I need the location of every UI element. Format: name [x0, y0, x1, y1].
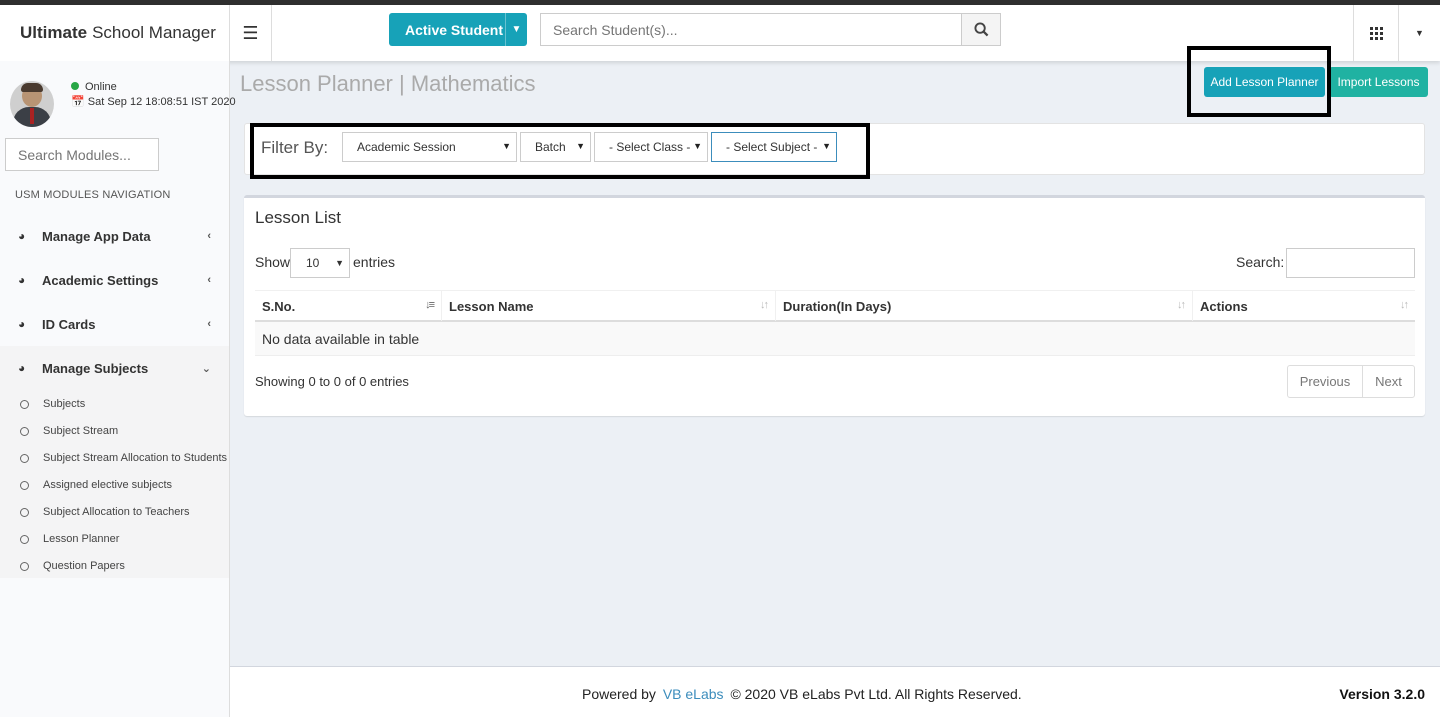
online-status: Online	[71, 81, 117, 93]
sidebar-item-id-cards[interactable]: ◕ ID Cards ‹	[0, 302, 229, 346]
dashboard-icon: ◕	[18, 317, 26, 331]
submenu-label: Assigned elective subjects	[43, 479, 173, 491]
chevron-left-icon: ‹	[207, 274, 211, 286]
column-header-label: Duration(In Days)	[783, 298, 892, 314]
submenu-label: Question Papers	[43, 560, 125, 572]
calendar-icon: 📅	[71, 96, 85, 108]
circle-icon	[20, 480, 29, 490]
table-header: S.No. ↓≡ Lesson Name ↓↑ Duration(In Days) ↓…	[255, 290, 1415, 322]
powered-by-text: Powered by	[582, 686, 656, 702]
column-header-duration[interactable]: Duration(In Days) ↓↑	[776, 291, 1193, 321]
online-dot-icon	[71, 82, 79, 90]
sidebar-item-academic-settings[interactable]: ◕ Academic Settings ‹	[0, 258, 229, 302]
circle-icon	[20, 507, 29, 517]
column-header-lesson-name[interactable]: Lesson Name ↓↑	[442, 291, 776, 321]
copyright-text: © 2020 VB eLabs Pvt Ltd. All Rights Rese…	[730, 686, 1022, 702]
column-header-label: S.No.	[262, 298, 296, 314]
column-header-label: Actions	[1200, 298, 1248, 314]
circle-icon	[20, 453, 29, 463]
column-header-label: Lesson Name	[449, 298, 534, 314]
highlight-box-filter	[250, 123, 870, 179]
sort-icon: ↓↑	[760, 299, 769, 311]
table-info: Showing 0 to 0 of 0 entries	[255, 374, 409, 389]
footer: Powered by VB eLabs © 2020 VB eLabs Pvt …	[230, 666, 1440, 717]
dashboard-icon: ◕	[18, 273, 26, 287]
sidebar: Online 📅 Sat Sep 12 18:08:51 IST 2020 US…	[0, 61, 236, 717]
submenu-label: Lesson Planner	[43, 533, 120, 545]
submenu-label: Subject Stream	[43, 425, 119, 437]
circle-icon	[20, 534, 29, 544]
circle-icon	[20, 561, 29, 571]
column-header-sno[interactable]: S.No. ↓≡	[255, 291, 442, 321]
manage-subjects-submenu: Subjects Subject Stream Subject Stream A…	[0, 390, 229, 578]
app-logo[interactable]: Ultimate School Manager	[0, 5, 230, 61]
search-icon	[973, 22, 988, 37]
caret-down-icon: ▼	[1415, 28, 1424, 38]
chevron-down-icon: ⌄	[201, 362, 211, 375]
submenu-label: Subject Stream Allocation to Students	[43, 452, 228, 464]
active-student-label: Active Student	[405, 21, 504, 38]
datetime-text: Sat Sep 12 18:08:51 IST 2020	[87, 96, 236, 108]
footer-credits: Powered by VB eLabs © 2020 VB eLabs Pvt …	[582, 686, 1022, 702]
chevron-left-icon: ‹	[207, 318, 211, 330]
nav-header: USM MODULES NAVIGATION	[15, 189, 171, 201]
logo-text: School Manager	[92, 23, 216, 42]
company-link[interactable]: VB eLabs	[663, 686, 724, 702]
highlight-box-add-button	[1187, 46, 1331, 117]
avatar	[10, 81, 54, 127]
sidebar-item-label: Manage Subjects	[42, 360, 149, 376]
lesson-list-title: Lesson List	[255, 208, 341, 227]
table-search-label: Search:	[1236, 254, 1285, 270]
sort-icon: ↓↑	[1177, 299, 1186, 311]
next-page-button[interactable]: Next	[1363, 366, 1414, 397]
chevron-left-icon: ‹	[207, 230, 211, 242]
sidebar-item-manage-subjects[interactable]: ◕ Manage Subjects ⌄	[0, 346, 229, 390]
submenu-item-stream-allocation[interactable]: Subject Stream Allocation to Students	[20, 452, 229, 464]
circle-icon	[20, 399, 29, 409]
user-dropdown-button[interactable]: ▼	[1398, 5, 1440, 61]
app-version: Version 3.2.0	[1339, 686, 1425, 702]
submenu-item-teacher-allocation[interactable]: Subject Allocation to Teachers	[20, 506, 229, 518]
entries-label: entries	[353, 254, 396, 270]
sidebar-item-manage-app-data[interactable]: ◕ Manage App Data ‹	[0, 214, 229, 258]
select-value: 10	[306, 256, 320, 270]
apps-grid-button[interactable]	[1353, 5, 1398, 61]
grid-icon	[1369, 26, 1383, 40]
sidebar-item-label: Academic Settings	[42, 272, 159, 288]
submenu-label: Subject Allocation to Teachers	[43, 506, 190, 518]
show-label: Show	[255, 254, 291, 270]
import-lessons-button[interactable]: Import Lessons	[1329, 67, 1428, 97]
student-search-input[interactable]	[540, 13, 962, 46]
sort-ascending-icon: ↓≡	[425, 299, 435, 311]
current-datetime: 📅 Sat Sep 12 18:08:51 IST 2020	[71, 95, 236, 108]
chevron-down-icon[interactable]: ▼	[505, 13, 527, 46]
pagination: Previous Next	[1287, 365, 1415, 398]
dashboard-icon: ◕	[18, 229, 26, 243]
table-empty-row: No data available in table	[255, 322, 1415, 356]
table-search-input[interactable]	[1286, 248, 1415, 278]
circle-icon	[20, 426, 29, 436]
module-search-input[interactable]	[5, 138, 159, 171]
search-button[interactable]	[961, 13, 1001, 46]
sort-icon: ↓↑	[1400, 299, 1409, 311]
sidebar-item-label: ID Cards	[42, 316, 96, 332]
dashboard-icon: ◕	[18, 361, 26, 375]
active-student-button[interactable]: Active Student ▼	[389, 13, 527, 46]
submenu-item-subjects[interactable]: Subjects	[20, 398, 229, 410]
previous-page-button[interactable]: Previous	[1288, 366, 1363, 397]
sidebar-item-label: Manage App Data	[42, 228, 151, 244]
page-title: Lesson Planner | Mathematics	[240, 71, 536, 96]
chevron-down-icon: ▼	[335, 258, 344, 268]
online-status-text: Online	[85, 81, 117, 93]
column-header-actions[interactable]: Actions ↓↑	[1193, 291, 1415, 321]
submenu-label: Subjects	[43, 398, 86, 410]
submenu-item-lesson-planner[interactable]: Lesson Planner	[20, 533, 229, 545]
submenu-item-question-papers[interactable]: Question Papers	[20, 560, 229, 572]
submenu-item-elective-subjects[interactable]: Assigned elective subjects	[20, 479, 229, 491]
submenu-item-subject-stream[interactable]: Subject Stream	[20, 425, 229, 437]
logo-bold-text: Ultimate	[20, 23, 88, 42]
entries-per-page-select[interactable]: 10 ▼	[290, 248, 350, 278]
hamburger-menu-icon[interactable]: ☰	[230, 5, 272, 61]
